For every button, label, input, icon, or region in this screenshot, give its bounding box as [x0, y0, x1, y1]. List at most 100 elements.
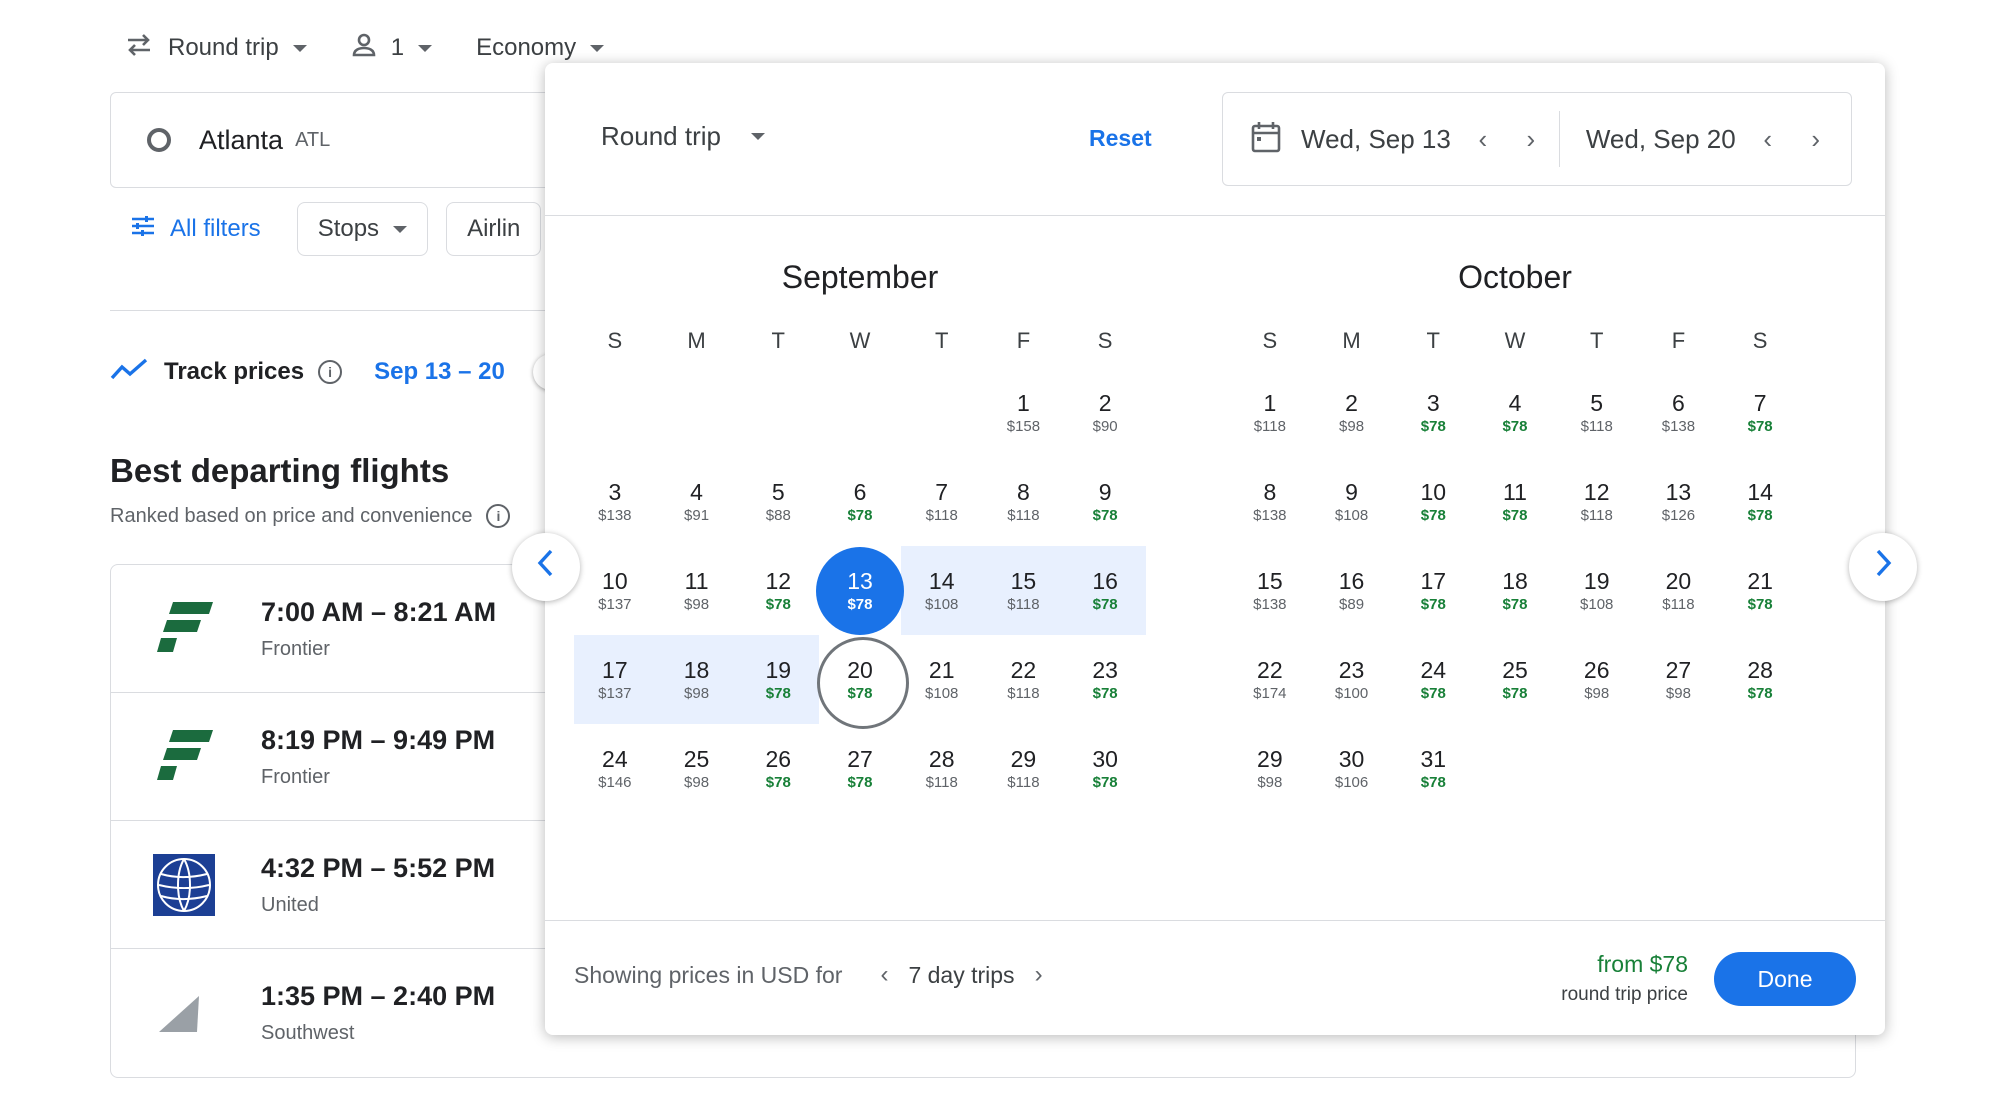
day-cell[interactable]: 2 $90: [1064, 368, 1146, 457]
trip-length-prev-icon[interactable]: ‹: [860, 961, 908, 989]
day-number: 12: [1583, 478, 1610, 505]
day-cell[interactable]: 15 $118: [982, 546, 1065, 635]
day-cell[interactable]: 18 $98: [655, 635, 738, 724]
day-cell[interactable]: 11 $98: [656, 546, 738, 635]
return-next-icon[interactable]: ›: [1792, 124, 1840, 155]
empty-day-cell: [901, 368, 983, 457]
prev-month-button[interactable]: [512, 533, 580, 601]
airlines-label: Airlin: [467, 215, 521, 242]
return-prev-icon[interactable]: ‹: [1744, 124, 1792, 155]
cabin-select[interactable]: Economy: [476, 34, 605, 62]
date-range-field: Wed, Sep 13 ‹ › Wed, Sep 20 ‹ ›: [1222, 92, 1852, 186]
day-cell[interactable]: 17 $78: [1392, 546, 1474, 635]
day-cell[interactable]: 17 $137: [574, 635, 656, 724]
day-cell[interactable]: 21 $78: [1719, 546, 1801, 635]
day-cell[interactable]: 9 $108: [1311, 457, 1393, 546]
day-cell[interactable]: 22 $118: [983, 635, 1065, 724]
day-cell[interactable]: 16 $78: [1064, 546, 1146, 635]
origin-code: ATL: [295, 128, 331, 151]
day-cell[interactable]: 7 $118: [901, 457, 983, 546]
day-cell[interactable]: 13 $126: [1638, 457, 1720, 546]
day-cell[interactable]: 10 $78: [1392, 457, 1474, 546]
depart-prev-icon[interactable]: ‹: [1459, 124, 1507, 155]
day-cell[interactable]: 12 $78: [737, 546, 819, 635]
day-cell[interactable]: 23 $100: [1311, 635, 1393, 724]
day-cell[interactable]: 8 $118: [983, 457, 1065, 546]
day-cell[interactable]: 23 $78: [1064, 635, 1146, 724]
day-cell[interactable]: 3 $78: [1392, 368, 1474, 457]
info-icon[interactable]: i: [486, 504, 511, 528]
depart-date[interactable]: Wed, Sep 13: [1301, 124, 1451, 155]
day-cell[interactable]: 2 $98: [1311, 368, 1393, 457]
day-cell[interactable]: 5 $88: [737, 457, 819, 546]
day-cell[interactable]: 12 $118: [1556, 457, 1638, 546]
day-number: 7: [935, 478, 949, 505]
day-cell[interactable]: 31 $78: [1392, 724, 1474, 813]
day-cell[interactable]: 15 $138: [1229, 546, 1311, 635]
day-cell[interactable]: 27 $78: [819, 724, 901, 813]
trip-type-select[interactable]: Round trip: [124, 32, 307, 65]
day-cell[interactable]: 22 $174: [1229, 635, 1311, 724]
next-month-button[interactable]: [1849, 533, 1917, 601]
return-date[interactable]: Wed, Sep 20: [1586, 124, 1736, 155]
day-cell[interactable]: 30 $78: [1064, 724, 1146, 813]
day-cell-return[interactable]: 20 $78: [816, 635, 909, 729]
day-cell[interactable]: 14 $78: [1719, 457, 1801, 546]
day-number: 13: [1665, 478, 1692, 505]
day-cell[interactable]: 14 $108: [900, 546, 983, 635]
day-cell[interactable]: 1 $158: [983, 368, 1065, 457]
day-price: $118: [925, 773, 958, 791]
day-number: 11: [1503, 478, 1527, 505]
passengers-select[interactable]: 1: [351, 32, 433, 65]
all-filters-button[interactable]: All filters: [110, 202, 279, 256]
day-number: 18: [1502, 567, 1528, 594]
day-cell[interactable]: 30 $106: [1311, 724, 1393, 813]
day-cell[interactable]: 6 $78: [819, 457, 901, 546]
day-cell[interactable]: 25 $98: [656, 724, 738, 813]
day-cell[interactable]: 26 $98: [1556, 635, 1638, 724]
day-cell[interactable]: 3 $138: [574, 457, 656, 546]
day-cell[interactable]: 26 $78: [737, 724, 819, 813]
day-cell[interactable]: 5 $118: [1556, 368, 1638, 457]
day-cell[interactable]: 29 $118: [983, 724, 1065, 813]
done-button[interactable]: Done: [1714, 952, 1856, 1006]
day-number: 11: [684, 567, 709, 594]
day-cell[interactable]: 24 $146: [574, 724, 656, 813]
popup-trip-type-select[interactable]: Round trip: [601, 121, 765, 152]
day-price: $118: [925, 506, 958, 524]
day-cell[interactable]: 9 $78: [1064, 457, 1146, 546]
day-price: $78: [847, 773, 873, 791]
day-cell[interactable]: 8 $138: [1229, 457, 1311, 546]
depart-next-icon[interactable]: ›: [1507, 124, 1555, 155]
day-cell[interactable]: 28 $118: [901, 724, 983, 813]
price-summary: from $78 round trip price: [1561, 951, 1688, 1006]
day-cell-departure[interactable]: 13 $78: [815, 546, 904, 635]
day-cell[interactable]: 25 $78: [1474, 635, 1556, 724]
day-cell[interactable]: 28 $78: [1719, 635, 1801, 724]
weekday-header: S: [607, 328, 623, 353]
day-cell[interactable]: 4 $78: [1474, 368, 1556, 457]
info-icon[interactable]: i: [318, 360, 343, 384]
trip-length-selector: Showing prices in USD for ‹ 7 day trips …: [574, 961, 1063, 989]
day-cell[interactable]: 21 $108: [901, 635, 983, 724]
day-cell[interactable]: 18 $78: [1474, 546, 1556, 635]
day-cell[interactable]: 11 $78: [1474, 457, 1556, 546]
day-cell[interactable]: 6 $138: [1638, 368, 1720, 457]
day-cell[interactable]: 29 $98: [1229, 724, 1311, 813]
day-cell[interactable]: 16 $89: [1311, 546, 1393, 635]
flight-times: 4:32 PM – 5:52 PM: [261, 852, 496, 883]
reset-button[interactable]: Reset: [1089, 125, 1152, 152]
day-cell[interactable]: 1 $118: [1229, 368, 1311, 457]
day-cell[interactable]: 19 $78: [737, 635, 820, 724]
trip-length-next-icon[interactable]: ›: [1015, 961, 1063, 989]
stops-filter[interactable]: Stops: [296, 202, 429, 256]
airlines-filter[interactable]: Airlin: [446, 202, 542, 256]
day-cell[interactable]: 7 $78: [1719, 368, 1801, 457]
day-cell[interactable]: 19 $108: [1556, 546, 1638, 635]
day-price: $108: [925, 684, 959, 702]
day-cell[interactable]: 10 $137: [574, 546, 656, 635]
day-cell[interactable]: 24 $78: [1392, 635, 1474, 724]
day-cell[interactable]: 20 $118: [1638, 546, 1720, 635]
day-cell[interactable]: 27 $98: [1638, 635, 1720, 724]
day-cell[interactable]: 4 $91: [656, 457, 738, 546]
